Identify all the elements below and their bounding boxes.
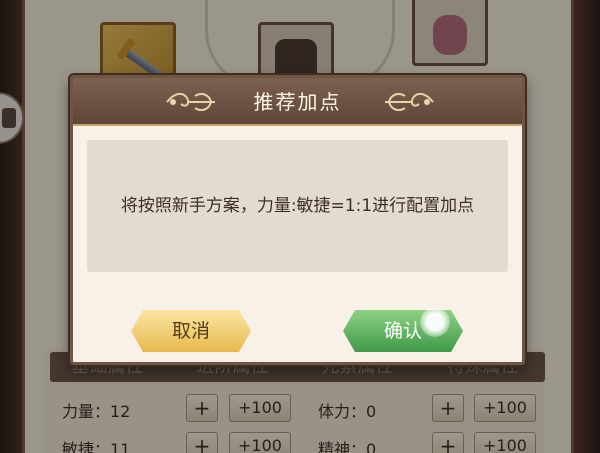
cancel-button[interactable]: 取消 <box>131 310 251 352</box>
ornament-icon <box>385 92 434 111</box>
touch-indicator <box>420 307 450 337</box>
dialog-title: 推荐加点 <box>253 90 342 114</box>
message-box: 将按照新手方案，力量:敏捷=1:1进行配置加点 <box>87 140 508 272</box>
dialog-message: 将按照新手方案，力量:敏捷=1:1进行配置加点 <box>120 196 475 216</box>
recommend-points-dialog: 推荐加点 将按照新手方案，力量:敏捷=1:1进行配置加点 取消 确认 <box>70 75 525 365</box>
dialog-header: 推荐加点 <box>73 78 522 126</box>
